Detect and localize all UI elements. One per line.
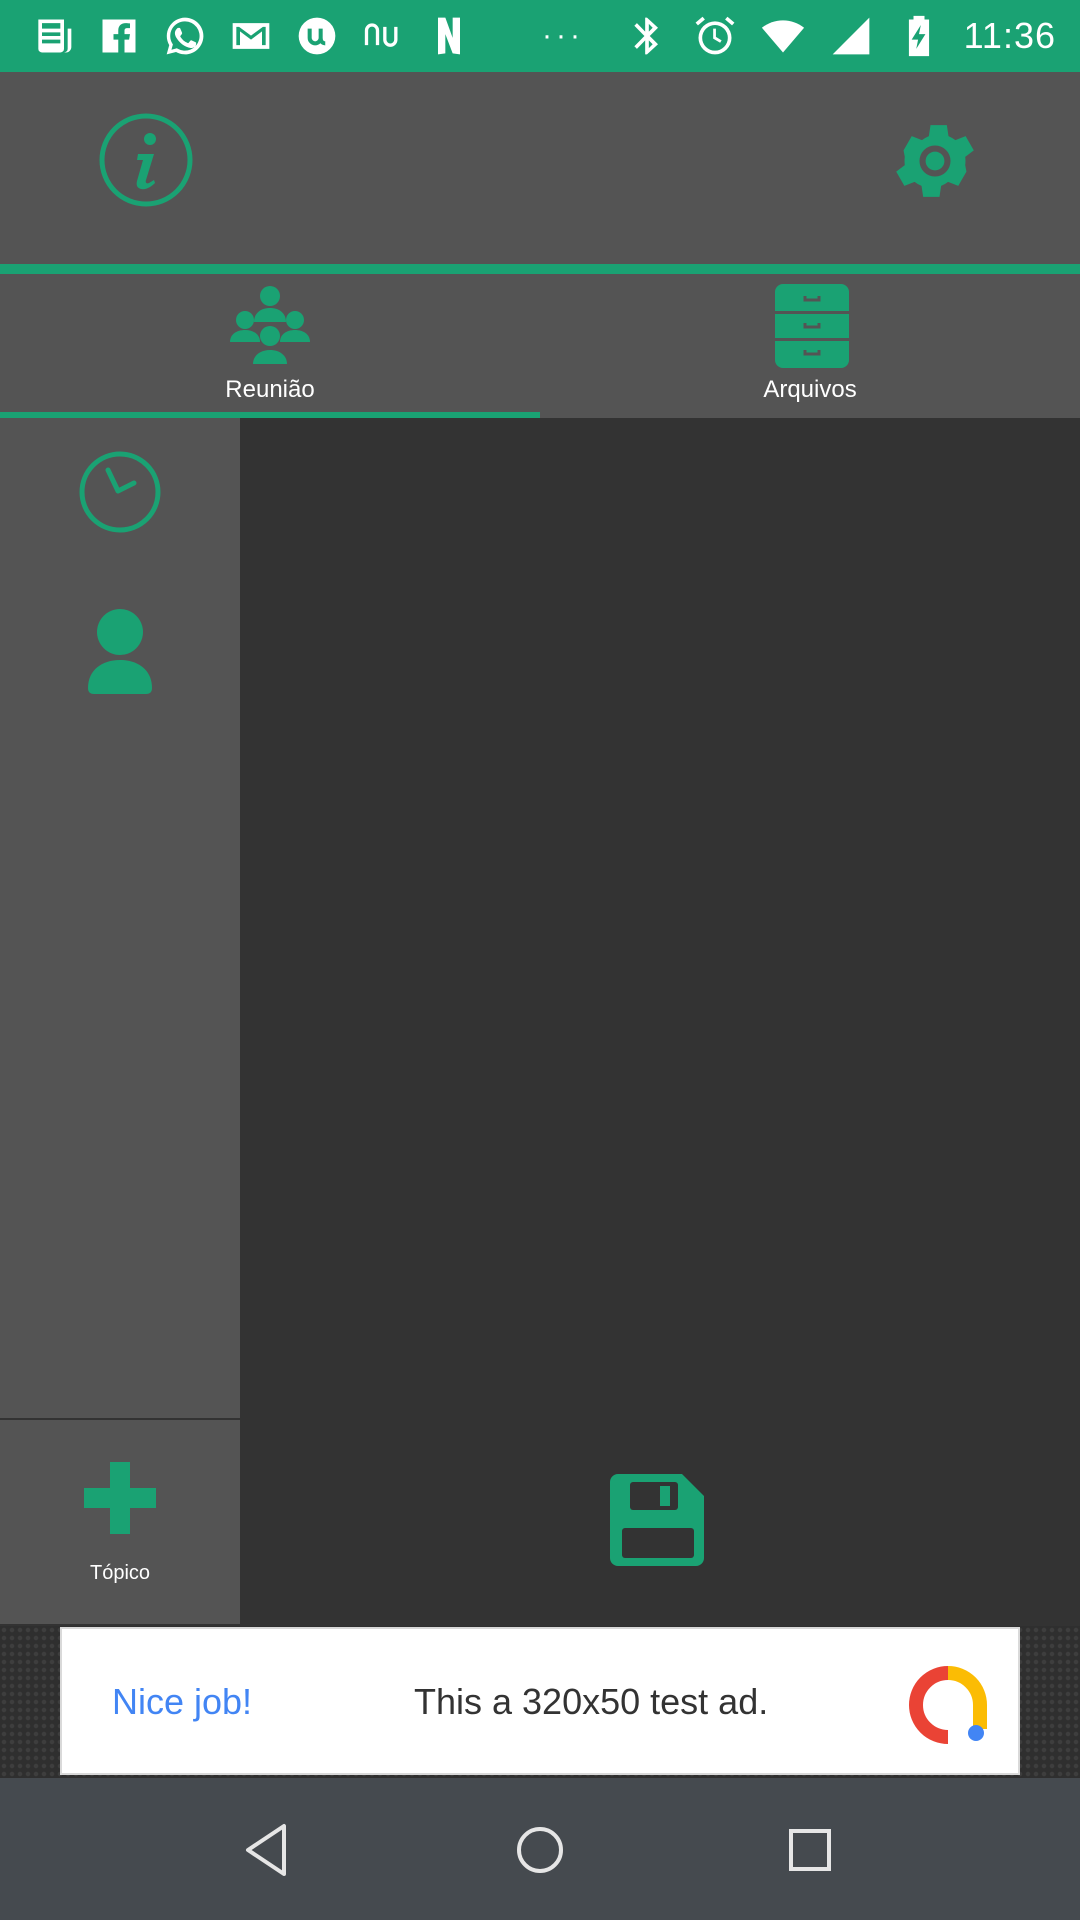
tab-label: Reunião [225, 376, 315, 403]
netflix-icon [426, 13, 472, 59]
navigation-bar [0, 1778, 1080, 1920]
test-ad-banner[interactable]: Nice job! This a 320x50 test ad. [60, 1627, 1020, 1775]
tab-label: Arquivos [763, 376, 857, 403]
status-bar: ··· 11:36 [0, 0, 1080, 72]
notification-icons: ··· [0, 13, 584, 59]
recent-apps-icon[interactable] [774, 1814, 846, 1886]
ad-text: This a 320x50 test ad. [414, 1681, 769, 1722]
nubank-icon [360, 13, 406, 59]
facebook-icon [96, 13, 142, 59]
side-panel [0, 418, 240, 1418]
info-icon[interactable] [98, 112, 194, 208]
people-group-icon [225, 280, 315, 370]
alarm-icon [692, 13, 738, 59]
home-icon[interactable] [504, 1814, 576, 1886]
system-icons: 11:36 [624, 0, 1056, 72]
whatsapp-icon [162, 13, 208, 59]
add-topic-button[interactable]: Tópico [0, 1420, 240, 1624]
tab-arquivos[interactable]: Arquivos [540, 274, 1080, 418]
back-icon[interactable] [234, 1814, 306, 1886]
wifi-icon [760, 13, 806, 59]
status-time: 11:36 [963, 15, 1056, 56]
toolbar-divider [0, 264, 1080, 274]
tab-bar: Reunião Arquivos [0, 274, 1080, 418]
u-app-icon [294, 13, 340, 59]
signal-icon [828, 13, 874, 59]
battery-charging-icon [896, 13, 942, 59]
floppy-disk-icon [610, 1474, 704, 1566]
tab-reuniao[interactable]: Reunião [0, 274, 540, 418]
news-icon [30, 13, 76, 59]
bluetooth-icon [624, 13, 670, 59]
plus-icon [84, 1462, 156, 1534]
top-toolbar [0, 72, 1080, 264]
user-icon[interactable] [86, 608, 154, 694]
gmail-icon [228, 13, 274, 59]
ad-logo-icon [908, 1665, 988, 1745]
add-topic-label: Tópico [89, 1562, 151, 1584]
save-button[interactable] [610, 1472, 706, 1568]
gear-icon[interactable] [886, 112, 984, 210]
ad-headline: Nice job! [112, 1681, 253, 1722]
file-cabinet-icon [765, 280, 855, 370]
clock-icon[interactable] [78, 450, 162, 534]
more-notifications: ··· [542, 19, 584, 52]
